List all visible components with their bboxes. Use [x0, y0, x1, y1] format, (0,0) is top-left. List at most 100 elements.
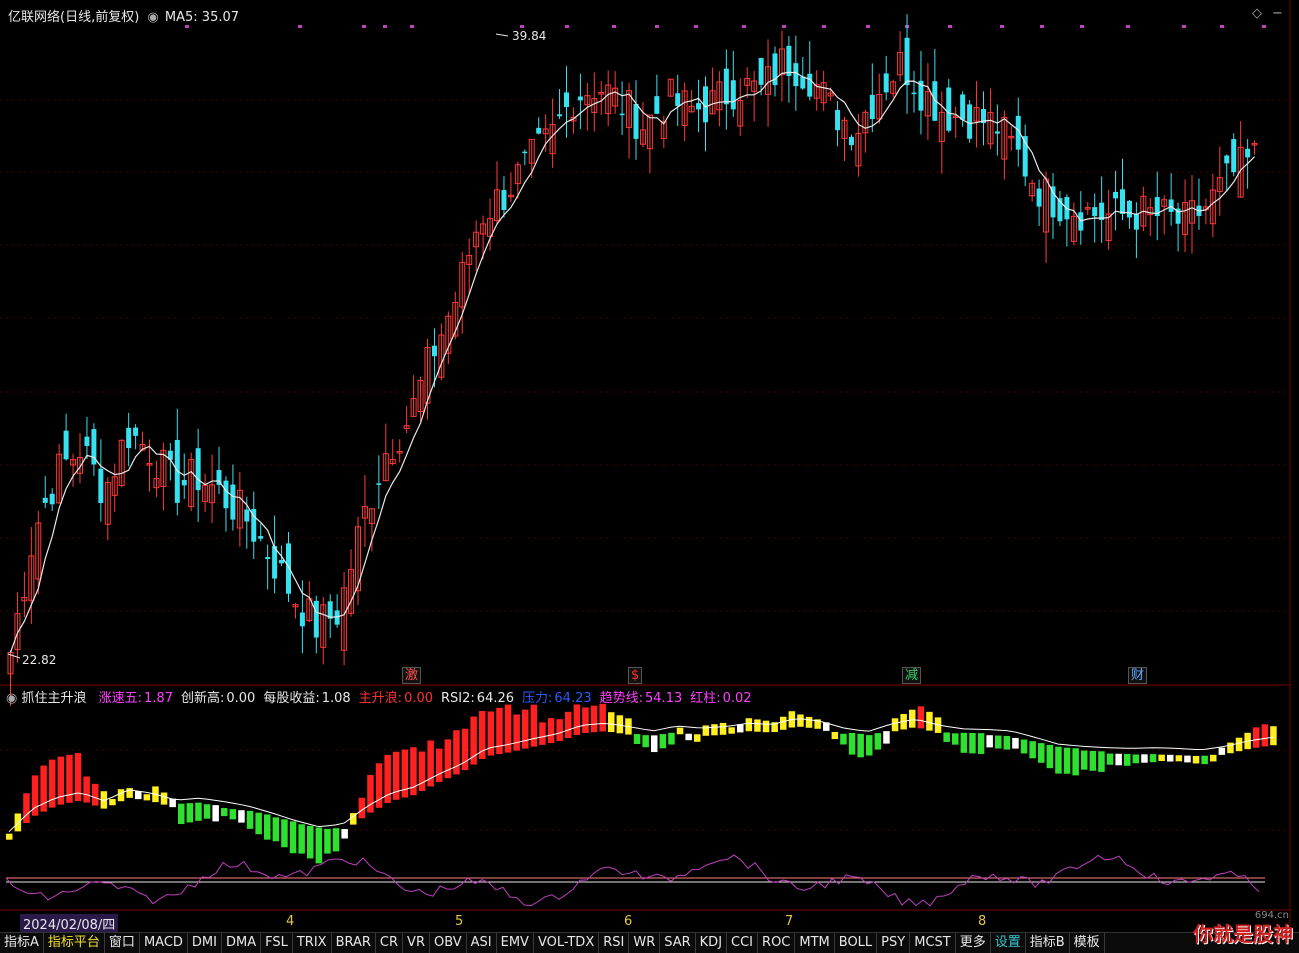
- diamond-icon[interactable]: ◇: [1252, 6, 1262, 21]
- candle-body: [1099, 202, 1105, 220]
- tab-指标a[interactable]: 指标A: [0, 933, 44, 953]
- tab-更多[interactable]: 更多: [956, 933, 991, 953]
- indicator-bar: [874, 733, 882, 750]
- indicator-bar: [995, 735, 1002, 749]
- indicator-bar: [805, 716, 813, 728]
- selected-date: 2024/02/08/四: [20, 914, 119, 933]
- indicator-bar: [926, 711, 933, 731]
- minus-icon[interactable]: −: [1272, 6, 1283, 21]
- tab-cr[interactable]: CR: [376, 933, 404, 953]
- signal-marker[interactable]: 减: [902, 667, 922, 684]
- month-label: 5: [455, 914, 464, 929]
- indicator-bar: [780, 716, 787, 730]
- indicator-bar: [246, 810, 254, 829]
- candle-body: [536, 127, 542, 134]
- indicator-bar: [281, 819, 288, 848]
- candle-body: [522, 151, 528, 154]
- candle-body: [1036, 188, 1042, 207]
- candle-body: [800, 76, 806, 89]
- indicator-toggle-icon[interactable]: ◉: [6, 691, 17, 706]
- candle-body: [195, 448, 201, 491]
- tab-mcst[interactable]: MCST: [910, 933, 956, 953]
- indicator-bar: [298, 824, 305, 854]
- indicator-bar: [530, 704, 538, 747]
- indicator-bar: [264, 814, 271, 840]
- settings-circle-icon[interactable]: ◉: [147, 10, 158, 25]
- tab-vol-tdx[interactable]: VOL-TDX: [534, 933, 600, 953]
- signal-marker[interactable]: 财: [1128, 667, 1148, 684]
- chart-title: 亿联网络(日线,前复权) ◉ MA5: 35.07: [8, 10, 240, 25]
- indicator-bar: [633, 734, 641, 744]
- tab-wr[interactable]: WR: [629, 933, 661, 953]
- indicator-bar: [1003, 735, 1011, 750]
- indicator-bar: [169, 798, 176, 808]
- tab-dmi[interactable]: DMI: [188, 933, 222, 953]
- tab-roc[interactable]: ROC: [758, 933, 796, 953]
- tab-窗口[interactable]: 窗口: [105, 933, 140, 953]
- indicator-bar: [556, 719, 563, 742]
- indicator-bar: [685, 733, 692, 741]
- indicator-bar: [289, 821, 297, 854]
- tab-sar[interactable]: SAR: [660, 933, 696, 953]
- candle-body: [793, 63, 799, 87]
- candle-body: [181, 479, 187, 486]
- indicator-bar: [135, 791, 142, 800]
- indicator-bar: [1089, 750, 1097, 771]
- signal-dot: [1080, 25, 1084, 28]
- indicator-bar: [917, 706, 925, 729]
- candle-body: [654, 96, 660, 114]
- signal-dot: [1040, 25, 1044, 28]
- tab-指标b[interactable]: 指标B: [1026, 933, 1070, 953]
- indicator-bar: [909, 709, 916, 728]
- indicator-bar: [960, 732, 968, 753]
- candle-body: [1133, 213, 1139, 230]
- tab-指标平台[interactable]: 指标平台: [44, 933, 105, 953]
- ma5-line: [9, 71, 1255, 653]
- indicator-bar: [694, 734, 701, 742]
- candle-body: [619, 113, 625, 116]
- tab-dma[interactable]: DMA: [222, 933, 262, 953]
- tab-asi[interactable]: ASI: [467, 933, 497, 953]
- indicator-bar: [1158, 754, 1165, 761]
- tab-psy[interactable]: PSY: [877, 933, 911, 953]
- signal-dot: [298, 25, 302, 28]
- indicator-bar: [6, 833, 13, 840]
- tab-设置[interactable]: 设置: [991, 933, 1026, 953]
- indicator-bar: [659, 734, 667, 749]
- candle-body: [1224, 155, 1230, 164]
- tab-mtm[interactable]: MTM: [795, 933, 835, 953]
- price-chart[interactable]: 39.84 22.82: [0, 0, 1299, 932]
- tab-macd[interactable]: MACD: [140, 933, 188, 953]
- signal-marker[interactable]: 激: [402, 667, 422, 684]
- indicator-bar: [117, 789, 125, 802]
- signal-dot: [1126, 25, 1130, 28]
- indicator-bar: [1167, 754, 1174, 762]
- tab-brar[interactable]: BRAR: [332, 933, 376, 953]
- candle-body: [675, 93, 681, 106]
- indicator-bar: [1106, 753, 1114, 765]
- indicator-bar: [616, 715, 624, 734]
- tab-rsi[interactable]: RSI: [599, 933, 630, 953]
- candle-body: [84, 436, 90, 447]
- tab-obv[interactable]: OBV: [430, 933, 467, 953]
- indicator-bar: [762, 720, 770, 733]
- indicator-bar: [754, 719, 761, 732]
- tab-kdj[interactable]: KDJ: [696, 933, 728, 953]
- signal-dot: [782, 25, 786, 28]
- candle-body: [967, 104, 973, 139]
- candle-body: [126, 427, 132, 449]
- candle-body: [577, 96, 583, 101]
- tab-trix[interactable]: TRIX: [293, 933, 332, 953]
- candle-body: [1245, 148, 1251, 158]
- signal-marker[interactable]: $: [628, 667, 643, 684]
- tab-boll[interactable]: BOLL: [835, 933, 878, 953]
- indicator-bar: [848, 732, 856, 755]
- indicator-name[interactable]: 抓住主升浪: [21, 691, 86, 706]
- indicator-bar: [315, 827, 323, 864]
- candle-body: [869, 94, 875, 119]
- tab-emv[interactable]: EMV: [497, 933, 534, 953]
- tab-vr[interactable]: VR: [403, 933, 430, 953]
- tab-cci[interactable]: CCI: [727, 933, 759, 953]
- tab-模板[interactable]: 模板: [1070, 933, 1105, 953]
- tab-fsl[interactable]: FSL: [261, 933, 293, 953]
